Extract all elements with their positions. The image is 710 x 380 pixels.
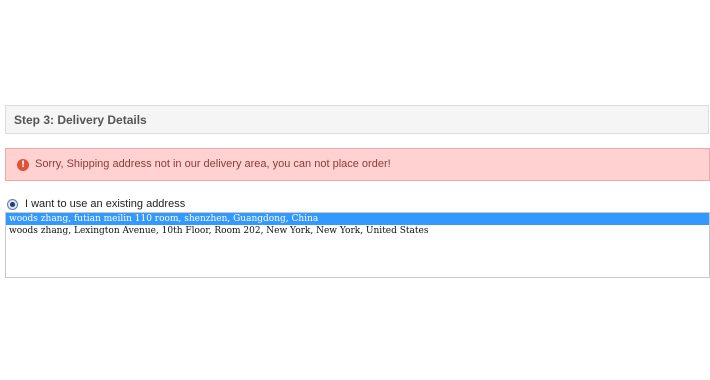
existing-address-label: I want to use an existing address [25, 198, 186, 210]
step-header: Step 3: Delivery Details [5, 105, 709, 134]
address-listbox[interactable]: woods zhang, futian meilin 110 room, she… [5, 212, 710, 278]
address-option[interactable]: woods zhang, Lexington Avenue, 10th Floo… [6, 225, 709, 237]
address-option-selected[interactable]: woods zhang, futian meilin 110 room, she… [6, 213, 709, 225]
existing-address-radio[interactable] [7, 198, 18, 210]
error-alert: ! Sorry, Shipping address not in our del… [5, 148, 710, 181]
alert-message: Sorry, Shipping address not in our deliv… [35, 158, 391, 170]
existing-address-option[interactable]: I want to use an existing address [7, 197, 185, 211]
step-title: Step 3: Delivery Details [14, 113, 147, 127]
exclamation-circle-icon: ! [17, 159, 29, 171]
